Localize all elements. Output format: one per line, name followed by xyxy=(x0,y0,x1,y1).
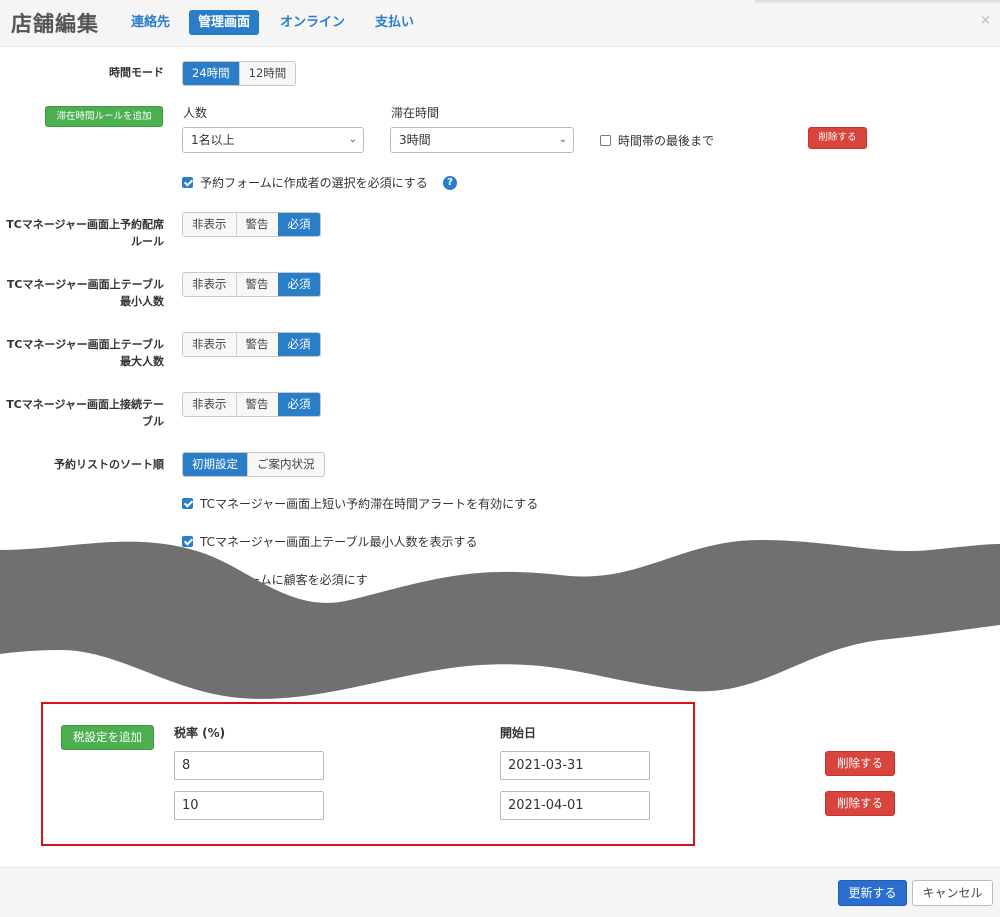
close-icon[interactable]: × xyxy=(980,13,991,28)
delete-tax-button[interactable]: 削除する xyxy=(825,791,895,816)
require-creator-row: 予約フォームに作成者の選択を必須にする xyxy=(182,174,428,191)
sort-guidance-status[interactable]: ご案内状況 xyxy=(247,453,324,476)
tab-payment[interactable]: 支払い xyxy=(366,10,423,35)
delete-stay-rule-button[interactable]: 削除する xyxy=(808,127,867,149)
sort-order-label: 予約リストのソート順 xyxy=(54,458,164,471)
connected-table-hide[interactable]: 非表示 xyxy=(183,393,236,416)
question-circle-icon[interactable]: ? xyxy=(443,176,457,190)
max-people-hide[interactable]: 非表示 xyxy=(183,333,236,356)
people-select[interactable]: 1名以上 ⌄ xyxy=(182,127,364,153)
header-shadow xyxy=(755,0,1000,4)
time-mode-24h[interactable]: 24時間 xyxy=(183,62,239,85)
stay-time-select-value: 3時間 xyxy=(399,133,431,147)
people-select-value: 1名以上 xyxy=(191,133,235,147)
chevron-down-icon: ⌄ xyxy=(348,134,357,145)
max-people-warn[interactable]: 警告 xyxy=(235,333,278,356)
until-end-checkbox[interactable] xyxy=(600,135,611,146)
min-people-toggle: 非表示 警告 必須 xyxy=(182,272,321,297)
seating-rule-required[interactable]: 必須 xyxy=(277,213,320,236)
tax-rate-header: 税率 (%) xyxy=(174,726,226,740)
seating-rule-hide[interactable]: 非表示 xyxy=(183,213,236,236)
cancel-button[interactable]: キャンセル xyxy=(912,880,993,906)
tab-admin[interactable]: 管理画面 xyxy=(189,10,260,35)
people-label: 人数 xyxy=(183,106,208,120)
seating-rule-warn[interactable]: 警告 xyxy=(235,213,278,236)
require-creator-checkbox[interactable] xyxy=(182,177,193,188)
modal-header: 店舗編集 連絡先 管理画面 オンライン 支払い × xyxy=(0,0,1000,47)
modal-footer: 更新する キャンセル xyxy=(0,867,1000,917)
connected-table-toggle: 非表示 警告 必須 xyxy=(182,392,321,417)
time-mode-12h[interactable]: 12時間 xyxy=(238,62,296,85)
require-creator-label: 予約フォームに作成者の選択を必須にする xyxy=(200,176,428,190)
tax-rate-input[interactable]: 8 xyxy=(174,751,324,780)
max-people-toggle: 非表示 警告 必須 xyxy=(182,332,321,357)
chevron-down-icon: ⌄ xyxy=(558,134,567,145)
short-stay-alert-checkbox[interactable] xyxy=(182,498,193,509)
min-people-label: TCマネージャー画面上テーブル最小人数 xyxy=(6,278,164,308)
stay-time-select[interactable]: 3時間 ⌄ xyxy=(390,127,574,153)
start-date-header: 開始日 xyxy=(500,726,537,740)
tab-online[interactable]: オンライン xyxy=(271,10,354,35)
short-stay-alert-label: TCマネージャー画面上短い予約滞在時間アラートを有効にする xyxy=(200,497,539,511)
update-button[interactable]: 更新する xyxy=(838,880,907,906)
add-tax-setting-button[interactable]: 税設定を追加 xyxy=(61,725,154,750)
time-mode-label: 時間モード xyxy=(109,66,164,79)
short-stay-alert-row: TCマネージャー画面上短い予約滞在時間アラートを有効にする xyxy=(182,495,538,512)
connected-table-warn[interactable]: 警告 xyxy=(235,393,278,416)
delete-tax-button[interactable]: 削除する xyxy=(825,751,895,776)
min-people-warn[interactable]: 警告 xyxy=(235,273,278,296)
max-people-label: TCマネージャー画面上テーブル最大人数 xyxy=(6,338,164,368)
start-date-input[interactable]: 2021-03-31 xyxy=(500,751,650,780)
min-people-hide[interactable]: 非表示 xyxy=(183,273,236,296)
until-end-checkbox-row: 時間帯の最後まで xyxy=(600,132,714,149)
connected-table-required[interactable]: 必須 xyxy=(277,393,320,416)
add-stay-rule-button[interactable]: 滞在時間ルールを追加 xyxy=(45,106,163,127)
seating-rule-toggle: 非表示 警告 必須 xyxy=(182,212,321,237)
min-people-required[interactable]: 必須 xyxy=(277,273,320,296)
time-mode-toggle: 24時間 12時間 xyxy=(182,61,297,86)
start-date-input[interactable]: 2021-04-01 xyxy=(500,791,650,820)
stay-time-label: 滞在時間 xyxy=(391,106,440,120)
modal-title: 店舗編集 xyxy=(11,12,99,36)
tab-contacts[interactable]: 連絡先 xyxy=(122,10,179,35)
until-end-label: 時間帯の最後まで xyxy=(618,134,715,148)
sort-default[interactable]: 初期設定 xyxy=(183,453,247,476)
connected-table-label: TCマネージャー画面上接続テーブル xyxy=(6,398,164,428)
seating-rule-label: TCマネージャー画面上予約配席ルール xyxy=(6,218,164,248)
max-people-required[interactable]: 必須 xyxy=(277,333,320,356)
torn-edge-overlay xyxy=(0,540,1000,699)
tax-rate-input[interactable]: 10 xyxy=(174,791,324,820)
sort-order-toggle: 初期設定 ご案内状況 xyxy=(182,452,325,477)
